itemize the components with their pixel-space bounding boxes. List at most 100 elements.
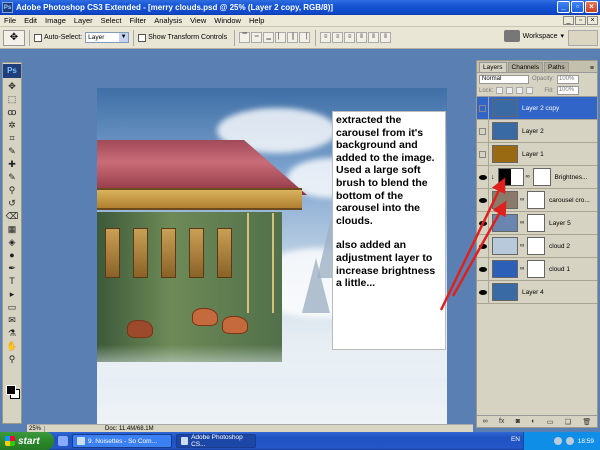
tab-channels[interactable]: Channels <box>507 62 543 72</box>
layer-mask-thumbnail[interactable] <box>532 168 551 186</box>
language-indicator[interactable]: EN <box>511 436 520 443</box>
marquee-icon[interactable]: ⬚ <box>3 93 21 106</box>
blend-mode-dropdown[interactable]: Normal <box>479 74 529 84</box>
slice-icon[interactable]: ✎ <box>3 145 21 158</box>
layer-thumbnail[interactable] <box>492 214 518 232</box>
adjustment-icon[interactable]: ◐ <box>531 418 535 425</box>
show-transform-checkbox[interactable] <box>138 33 147 42</box>
lock-position-icon[interactable] <box>516 87 524 94</box>
layer-row[interactable]: Layer 4 <box>477 280 597 304</box>
eye-icon[interactable] <box>477 280 489 304</box>
minimize-button[interactable]: _ <box>557 1 570 13</box>
menu-view[interactable]: View <box>186 16 210 25</box>
lock-pixels-icon[interactable] <box>506 87 514 94</box>
eye-icon[interactable] <box>477 257 489 281</box>
eye-icon[interactable] <box>477 165 489 189</box>
layer-name[interactable]: Layer 1 <box>522 151 544 158</box>
eye-icon[interactable] <box>477 234 489 258</box>
healing-icon[interactable]: ✚ <box>3 158 21 171</box>
auto-select-dropdown[interactable]: Layer ▼ <box>85 32 130 43</box>
group-icon[interactable]: ▭ <box>547 418 554 426</box>
layer-thumbnail[interactable] <box>492 191 518 209</box>
menu-filter[interactable]: Filter <box>126 16 151 25</box>
menu-analysis[interactable]: Analysis <box>150 16 186 25</box>
tab-paths[interactable]: Paths <box>543 62 569 72</box>
notes-icon[interactable]: ✉ <box>3 314 21 327</box>
layer-name[interactable]: cloud 1 <box>549 266 570 273</box>
menu-select[interactable]: Select <box>97 16 126 25</box>
hand-icon[interactable]: ✋ <box>3 340 21 353</box>
taskbar-item-browser[interactable]: 9. Noisettes - So Com... <box>72 434 172 448</box>
layer-thumbnail[interactable] <box>492 260 518 278</box>
crop-icon[interactable]: ⌗ <box>3 132 21 145</box>
shape-icon[interactable]: ▭ <box>3 301 21 314</box>
layer-thumbnail[interactable] <box>492 237 518 255</box>
layer-row[interactable]: ∞ cloud 1 <box>477 257 597 281</box>
layer-thumbnail[interactable] <box>492 145 518 163</box>
layer-thumbnail[interactable] <box>492 99 518 117</box>
align-bottom-button[interactable]: ▁ <box>263 32 275 43</box>
distribute-right-button[interactable]: ⦀ <box>380 32 392 43</box>
distribute-left-button[interactable]: ⦀ <box>356 32 368 43</box>
visibility-toggle[interactable] <box>477 96 489 120</box>
menu-image[interactable]: Image <box>41 16 70 25</box>
menu-file[interactable]: File <box>0 16 20 25</box>
workspace-button[interactable]: Workspace ▾ <box>503 30 564 42</box>
layer-row[interactable]: Layer 2 <box>477 119 597 143</box>
brush-icon[interactable]: ✎ <box>3 171 21 184</box>
doc-minimize-button[interactable]: _ <box>563 16 574 25</box>
align-top-button[interactable]: ▔ <box>239 32 251 43</box>
eyedropper-icon[interactable]: ⚗ <box>3 327 21 340</box>
close-button[interactable]: × <box>585 1 598 13</box>
layer-thumbnail[interactable] <box>492 122 518 140</box>
layer-mask-thumbnail[interactable] <box>527 191 545 209</box>
path-select-icon[interactable]: ▸ <box>3 288 21 301</box>
tool-preset-picker[interactable]: ✥ <box>3 29 25 46</box>
foreground-color-swatch[interactable] <box>6 385 16 395</box>
volume-icon[interactable] <box>565 437 574 445</box>
layer-row[interactable]: ↓ ∞ Brightnes... <box>477 165 597 189</box>
layer-mask-thumbnail[interactable] <box>527 214 545 232</box>
auto-select-checkbox[interactable] <box>34 33 42 42</box>
layer-name[interactable]: cloud 2 <box>549 243 570 250</box>
pen-icon[interactable]: ✒ <box>3 262 21 275</box>
tray-icon[interactable] <box>553 437 562 445</box>
magic-wand-icon[interactable]: ✲ <box>3 119 21 132</box>
layer-row[interactable]: ∞ carousel cro... <box>477 188 597 212</box>
distribute-hcenter-button[interactable]: ⦀ <box>368 32 380 43</box>
start-button[interactable]: start <box>0 432 54 450</box>
fill-field[interactable]: 100% <box>556 86 579 95</box>
doc-close-button[interactable]: × <box>587 16 598 25</box>
align-right-button[interactable]: ▕ <box>299 32 311 43</box>
history-brush-icon[interactable]: ↺ <box>3 197 21 210</box>
layer-name[interactable]: Layer 5 <box>549 220 571 227</box>
visibility-toggle[interactable] <box>477 142 489 166</box>
eraser-icon[interactable]: ⌫ <box>3 210 21 223</box>
layer-row[interactable]: ∞ Layer 5 <box>477 211 597 235</box>
dodge-icon[interactable]: ● <box>3 249 21 262</box>
quick-launch-icon[interactable] <box>58 436 68 446</box>
doc-restore-button[interactable]: ▫ <box>575 16 586 25</box>
lock-all-icon[interactable] <box>526 87 534 94</box>
trash-icon[interactable]: 🗑 <box>582 418 591 426</box>
menu-layer[interactable]: Layer <box>70 16 97 25</box>
layer-row[interactable]: ∞ cloud 2 <box>477 234 597 258</box>
layer-mask-thumbnail[interactable] <box>527 260 545 278</box>
menu-edit[interactable]: Edit <box>20 16 41 25</box>
maximize-button[interactable]: ▫ <box>571 1 584 13</box>
mask-icon[interactable]: ◙ <box>516 418 520 425</box>
distribute-vcenter-button[interactable]: ≡ <box>332 32 344 43</box>
tab-layers[interactable]: Layers <box>479 62 507 72</box>
layer-thumbnail[interactable] <box>492 283 518 301</box>
layer-row[interactable]: Layer 2 copy <box>477 96 597 120</box>
align-hcenter-button[interactable]: ║ <box>287 32 299 43</box>
align-left-button[interactable]: ▏ <box>275 32 287 43</box>
gradient-icon[interactable]: ▦ <box>3 223 21 236</box>
menu-help[interactable]: Help <box>245 16 268 25</box>
layer-name[interactable]: Layer 2 <box>522 128 544 135</box>
panel-menu-icon[interactable]: ≡ <box>590 65 597 72</box>
layer-mask-thumbnail[interactable] <box>527 237 545 255</box>
blur-icon[interactable]: ◈ <box>3 236 21 249</box>
distribute-bottom-button[interactable]: ≡ <box>344 32 356 43</box>
layer-row[interactable]: Layer 1 <box>477 142 597 166</box>
